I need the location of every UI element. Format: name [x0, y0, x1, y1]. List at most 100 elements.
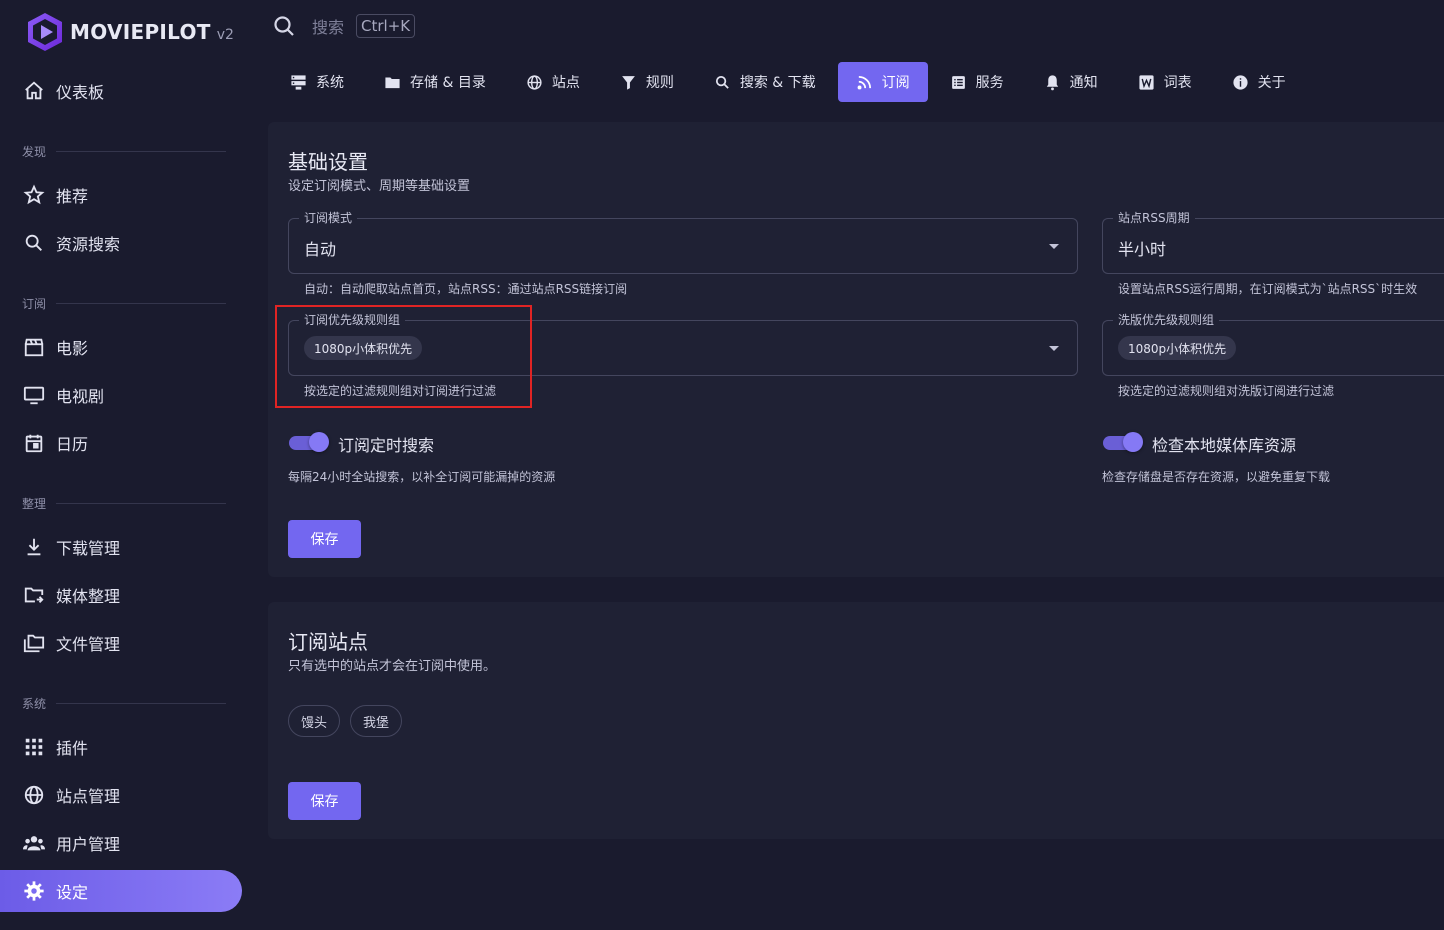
- field-value: 半小时: [1118, 240, 1167, 259]
- field-label: 订阅优先级规则组: [299, 313, 406, 327]
- sidebar-item-calendar[interactable]: 日历: [0, 422, 242, 464]
- sidebar-item-label: 下载管理: [56, 539, 121, 558]
- server-icon: [291, 74, 306, 90]
- list-icon: [951, 75, 965, 89]
- site-chip[interactable]: 我堡: [350, 705, 403, 737]
- sidebar-section-system: 系统: [22, 696, 226, 711]
- divider: [56, 302, 226, 304]
- field-label: 订阅模式: [299, 211, 358, 225]
- sidebar-item-label: 插件: [56, 739, 89, 758]
- gear-icon: [22, 879, 46, 903]
- tab-label: 系统: [316, 75, 344, 91]
- app-version: v2: [216, 27, 234, 43]
- section-label: 系统: [22, 696, 47, 711]
- globe-icon: [22, 783, 46, 807]
- card-subtitle: 只有选中的站点才会在订阅中使用。: [288, 659, 497, 674]
- field-hint: 自动：自动爬取站点首页，站点RSS：通过站点RSS链接订阅: [304, 282, 628, 296]
- sidebar-item-movies[interactable]: 电影: [0, 326, 242, 368]
- card-subtitle: 设定订阅模式、周期等基础设置: [288, 179, 471, 194]
- divider: [56, 502, 226, 504]
- tab-label: 通知: [1069, 75, 1098, 91]
- sidebar-item-recommend[interactable]: 推荐: [0, 174, 242, 216]
- folder-move-icon: [22, 583, 46, 607]
- tab-subscribe[interactable]: 订阅: [837, 62, 928, 102]
- search-placeholder: 搜索: [312, 18, 345, 37]
- search-icon: [22, 231, 46, 255]
- timed-search-switch[interactable]: [289, 432, 329, 452]
- check-local-switch[interactable]: [1103, 432, 1143, 452]
- tab-wordlist[interactable]: 词表: [1120, 62, 1210, 102]
- divider: [56, 150, 226, 152]
- priority-rule-select[interactable]: 订阅优先级规则组 1080p小体积优先: [288, 313, 1078, 376]
- sidebar-section-discover: 发现: [22, 144, 226, 159]
- field-hint: 按选定的过滤规则组对洗版订阅进行过滤: [1118, 384, 1335, 398]
- section-label: 订阅: [22, 296, 47, 311]
- tab-sites[interactable]: 站点: [508, 62, 598, 102]
- tab-rules[interactable]: 规则: [602, 62, 692, 102]
- switch-label: 订阅定时搜索: [338, 436, 435, 455]
- download-icon: [22, 535, 46, 559]
- sidebar-item-resource-search[interactable]: 资源搜索: [0, 222, 242, 264]
- field-label: 洗版优先级规则组: [1113, 313, 1220, 327]
- tab-notifications[interactable]: 通知: [1026, 62, 1116, 102]
- section-label: 发现: [22, 144, 47, 159]
- tv-icon: [22, 383, 46, 407]
- wash-rule-select[interactable]: 洗版优先级规则组 1080p小体积优先: [1102, 313, 1444, 376]
- shortcut-badge: Ctrl+K: [356, 14, 416, 38]
- users-icon: [22, 831, 46, 855]
- tab-label: 词表: [1163, 75, 1192, 91]
- sidebar-item-label: 设定: [56, 883, 89, 902]
- selected-chip[interactable]: 1080p小体积优先: [1118, 336, 1237, 360]
- caret-down-icon: [1049, 244, 1059, 249]
- site-chip[interactable]: 馒头: [288, 705, 341, 737]
- field-label: 站点RSS周期: [1113, 211, 1195, 225]
- switch-knob: [309, 432, 329, 452]
- sidebar-item-dashboard[interactable]: 仪表板: [0, 70, 242, 112]
- sidebar-item-label: 仪表板: [56, 83, 105, 102]
- sidebar-section-subscribe: 订阅: [22, 296, 226, 311]
- switch-hint: 检查存储盘是否存在资源，以避免重复下载: [1102, 470, 1331, 484]
- sidebar-item-tv[interactable]: 电视剧: [0, 374, 242, 416]
- home-icon: [22, 79, 46, 103]
- moviepilot-logo-icon: [28, 13, 62, 51]
- basic-settings-card: 基础设置 设定订阅模式、周期等基础设置 订阅模式 自动 自动：自动爬取站点首页，…: [268, 122, 1444, 577]
- tab-system[interactable]: 系统: [272, 62, 362, 102]
- app-name: MOVIEPILOT: [70, 20, 211, 44]
- sidebar-item-label: 文件管理: [56, 635, 121, 654]
- sidebar-item-settings[interactable]: 设定: [0, 870, 242, 912]
- card-title: 订阅站点: [288, 630, 368, 654]
- clapperboard-icon: [22, 335, 46, 359]
- subscribe-mode-select[interactable]: 订阅模式 自动: [288, 211, 1078, 274]
- tab-about[interactable]: 关于: [1214, 62, 1304, 102]
- sidebar: MOVIEPILOT v2 仪表板 发现 推荐 资源搜索 订阅 电影 电视剧 日…: [0, 0, 250, 930]
- switch-hint: 每隔24小时全站搜索，以补全订阅可能漏掉的资源: [288, 470, 556, 484]
- tab-label: 站点: [551, 75, 580, 91]
- tab-search-download[interactable]: 搜索 & 下载: [696, 62, 834, 102]
- save-button[interactable]: 保存: [288, 520, 361, 558]
- sidebar-item-label: 日历: [56, 435, 89, 454]
- sidebar-section-organize: 整理: [22, 496, 226, 511]
- sidebar-item-site-manager[interactable]: 站点管理: [0, 774, 242, 816]
- settings-tabs: 系统 存储 & 目录 站点 规则 搜索 & 下载 订阅 服务 通知 词表 关于: [272, 62, 1308, 102]
- sidebar-item-file-manager[interactable]: 文件管理: [0, 622, 242, 664]
- save-button[interactable]: 保存: [288, 782, 361, 820]
- tab-services[interactable]: 服务: [932, 62, 1022, 102]
- star-icon: [22, 183, 46, 207]
- tab-label: 服务: [975, 75, 1004, 91]
- sidebar-item-downloads[interactable]: 下载管理: [0, 526, 242, 568]
- sidebar-item-label: 资源搜索: [56, 235, 121, 254]
- selected-chip[interactable]: 1080p小体积优先: [304, 336, 423, 360]
- app-logo[interactable]: MOVIEPILOT v2: [26, 12, 234, 52]
- folder-icon: [385, 77, 400, 88]
- globe-icon: [527, 74, 542, 90]
- tab-storage[interactable]: 存储 & 目录: [366, 62, 504, 102]
- field-hint: 设置站点RSS运行周期，在订阅模式为`站点RSS`时生效: [1118, 282, 1418, 296]
- field-hint: 按选定的过滤规则组对订阅进行过滤: [304, 384, 497, 398]
- sidebar-item-media-organize[interactable]: 媒体整理: [0, 574, 242, 616]
- sidebar-item-plugins[interactable]: 插件: [0, 726, 242, 768]
- sidebar-item-user-manager[interactable]: 用户管理: [0, 822, 242, 864]
- sidebar-item-label: 电视剧: [56, 387, 105, 406]
- rss-period-select[interactable]: 站点RSS周期 半小时: [1102, 211, 1444, 274]
- global-search[interactable]: 搜索 Ctrl+K: [272, 10, 416, 42]
- sidebar-item-label: 推荐: [56, 187, 89, 206]
